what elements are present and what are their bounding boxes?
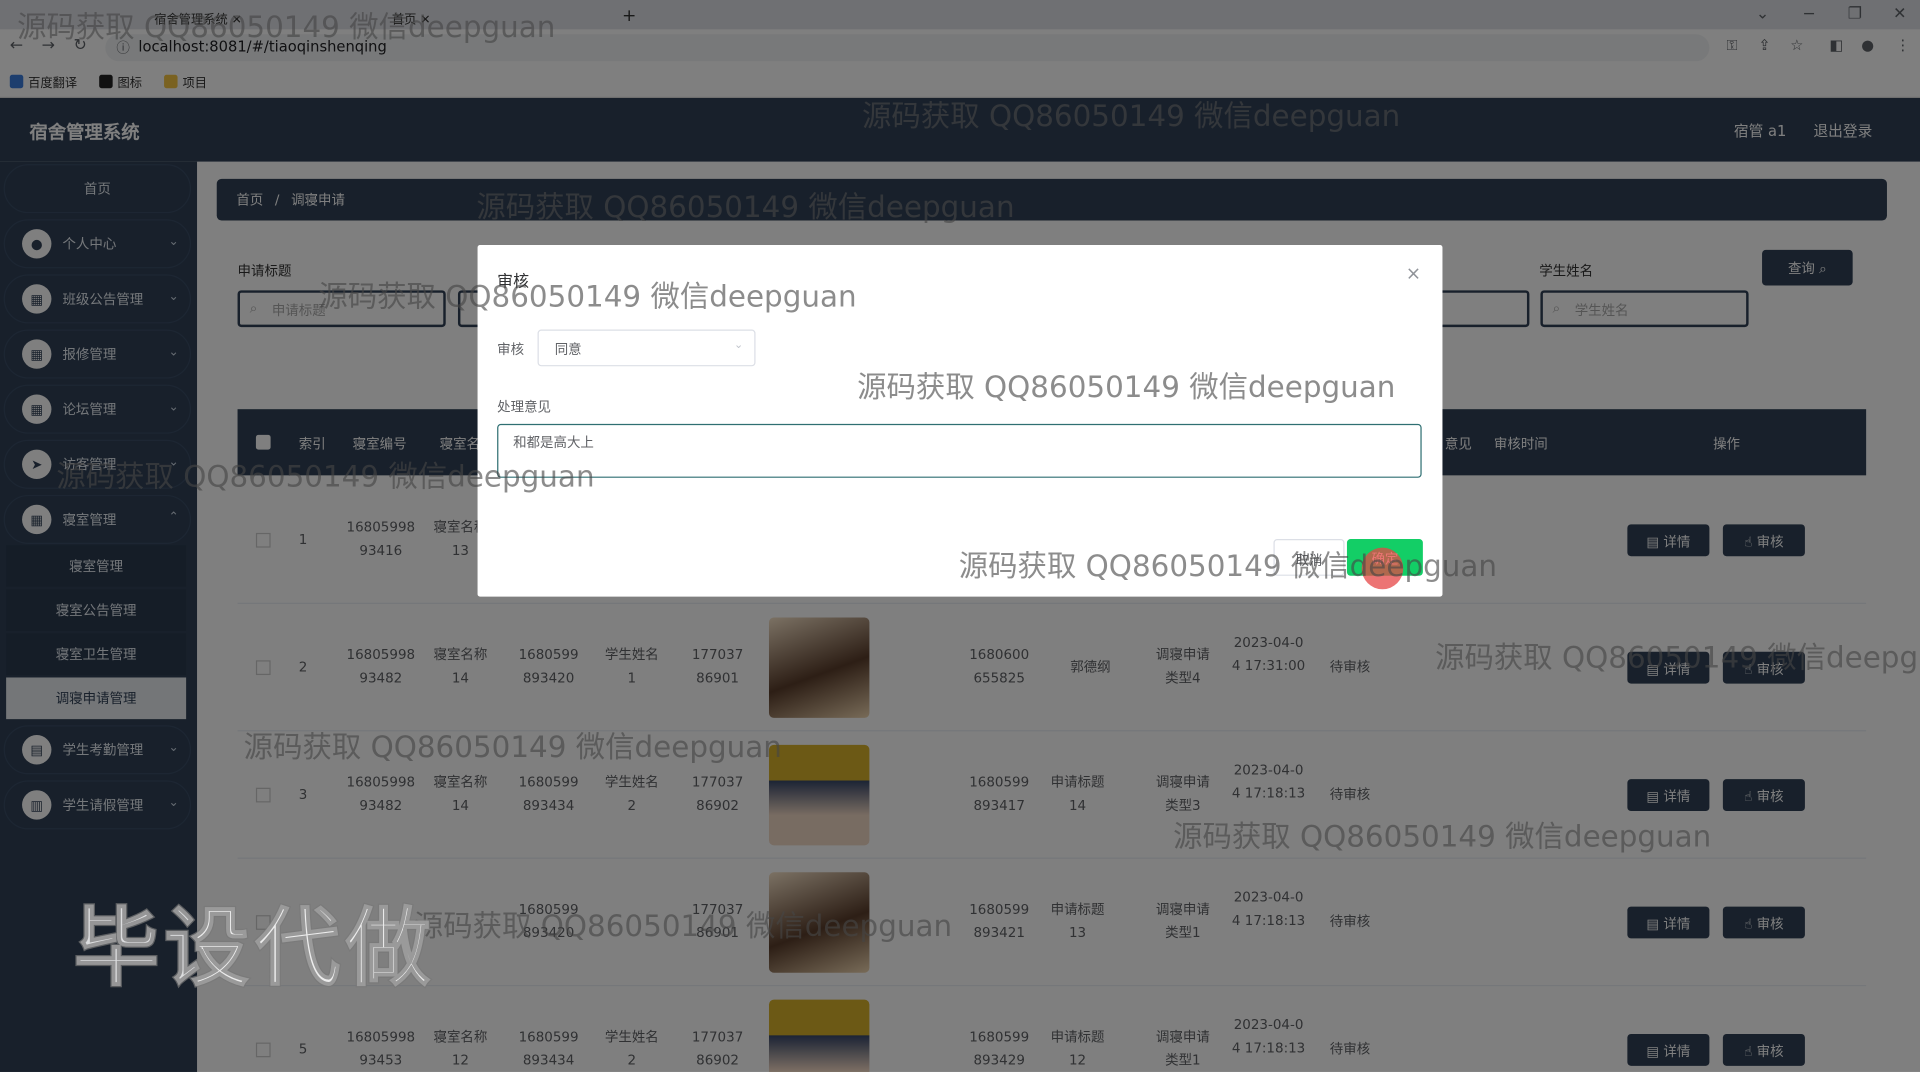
- watermark-text: 源码获取 QQ86050149 微信deepguan: [862, 99, 1401, 134]
- watermark-text: 源码获取 QQ86050149 微信deepguan: [413, 909, 953, 944]
- watermark-text: 源码获取 QQ86050149 微信deepguan: [17, 9, 556, 45]
- opinion-label: 处理意见: [497, 399, 552, 416]
- watermark-text: 源码获取 QQ86050149 微信deepguan: [958, 548, 1498, 584]
- watermark-text: 源码获取 QQ86050149 微信deepguan: [1435, 640, 1920, 676]
- watermark-text: 源码获取 QQ86050149 微信deepguan: [857, 369, 1396, 405]
- chevron-down-icon: ⌄: [734, 339, 744, 352]
- watermark-big-text: 毕设代做: [72, 897, 436, 1000]
- review-select[interactable]: 同意 ⌄: [537, 329, 756, 367]
- review-label: 审核: [497, 341, 525, 358]
- opinion-textarea[interactable]: 和都是高大上: [497, 423, 1422, 478]
- watermark-text: 源码获取 QQ86050149 微信deepguan: [318, 279, 857, 314]
- select-value: 同意: [554, 341, 582, 358]
- watermark-text: 源码获取 QQ86050149 微信deepguan: [476, 189, 1015, 225]
- close-icon[interactable]: ×: [1406, 262, 1421, 284]
- watermark-text: 源码获取 QQ86050149 微信deepguan: [1173, 819, 1712, 854]
- watermark-text: 源码获取 QQ86050149 微信deepguan: [243, 730, 782, 765]
- watermark-text: 源码获取 QQ86050149 微信deepguan: [56, 459, 595, 494]
